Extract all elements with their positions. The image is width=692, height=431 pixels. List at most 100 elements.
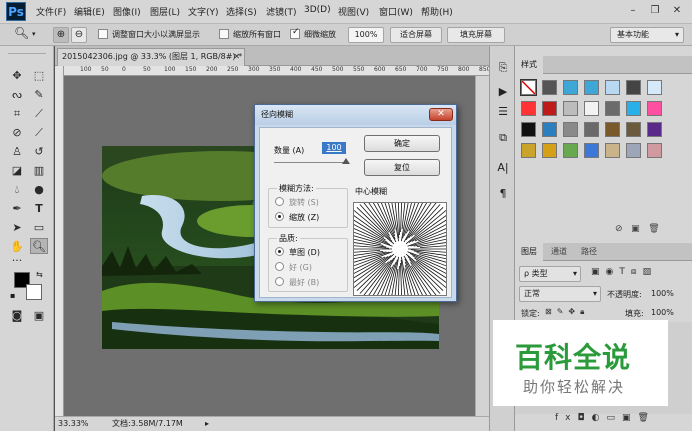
style-swatch[interactable] — [647, 143, 662, 158]
lasso-tool-icon[interactable]: ᔓ — [8, 87, 26, 103]
style-swatch[interactable] — [563, 143, 578, 158]
status-menu-icon[interactable]: ▸ — [205, 417, 209, 430]
healing-brush-tool-icon[interactable]: ⊘ — [8, 125, 26, 141]
quality-best-radio[interactable] — [275, 277, 284, 286]
layer-filter-icons[interactable]: ▣◉T⧈▨ — [591, 267, 657, 277]
style-swatch[interactable] — [647, 101, 662, 116]
blend-mode-select[interactable]: 正常 ▾ — [519, 286, 601, 302]
blur-tool-icon[interactable]: 💧︎ — [8, 182, 26, 198]
quality-good-radio[interactable] — [275, 262, 284, 271]
menu-help[interactable]: 帮助(H) — [421, 5, 453, 18]
ok-button[interactable]: 确定 — [364, 135, 440, 152]
style-swatch[interactable] — [626, 122, 641, 137]
style-swatch[interactable] — [626, 101, 641, 116]
resize-windows-checkbox[interactable] — [98, 29, 108, 39]
blur-center-preview[interactable] — [340, 189, 460, 309]
amount-input[interactable]: 100 — [322, 142, 346, 154]
style-swatch[interactable] — [584, 80, 599, 95]
paragraph-panel-icon[interactable]: ¶ — [495, 186, 511, 202]
style-swatch[interactable] — [584, 122, 599, 137]
style-swatch[interactable] — [542, 143, 557, 158]
actions-panel-icon[interactable]: ▶ — [495, 84, 511, 100]
style-swatch-none[interactable] — [520, 79, 537, 96]
toolbar-grip[interactable] — [8, 48, 46, 54]
menu-select[interactable]: 选择(S) — [226, 5, 257, 18]
menu-3d[interactable]: 3D(D) — [304, 5, 331, 15]
zoom-in-button[interactable]: ⊕ — [53, 27, 69, 43]
style-swatch[interactable] — [647, 80, 662, 95]
pen-tool-icon[interactable]: ✒ — [8, 201, 26, 217]
tab-channels[interactable]: 通道 — [545, 243, 573, 261]
style-swatch[interactable] — [521, 101, 536, 116]
rectangle-tool-icon[interactable]: ▭ — [30, 220, 48, 236]
style-swatch[interactable] — [605, 122, 620, 137]
type-tool-icon[interactable]: T — [30, 201, 48, 217]
dialog-title[interactable]: 径向模糊 — [255, 105, 456, 125]
scrubby-zoom-checkbox[interactable] — [290, 27, 300, 39]
vertical-scrollbar[interactable] — [475, 76, 489, 416]
clone-stamp-tool-icon[interactable]: ♙ — [8, 144, 26, 160]
menu-window[interactable]: 窗口(W) — [379, 5, 413, 18]
tab-styles[interactable]: 样式 — [515, 56, 543, 74]
style-swatch[interactable] — [626, 80, 641, 95]
quick-mask-icon[interactable]: ◙ — [8, 308, 26, 324]
brush-tool-icon[interactable]: ⟋ — [30, 125, 48, 141]
menu-image[interactable]: 图像(I) — [113, 5, 141, 18]
workspace-select[interactable]: 基本功能 ▾ — [610, 27, 684, 43]
eraser-tool-icon[interactable]: ◪ — [8, 163, 26, 179]
menu-filter[interactable]: 滤镜(T) — [266, 5, 297, 18]
clone-source-panel-icon[interactable]: ⧉ — [495, 130, 511, 146]
quality-draft-radio[interactable] — [275, 247, 284, 256]
menu-layer[interactable]: 图层(L) — [150, 5, 180, 18]
tab-layers[interactable]: 图层 — [515, 243, 543, 261]
style-swatch[interactable] — [647, 122, 662, 137]
more-tools-icon[interactable]: ··· — [8, 253, 26, 269]
gradient-tool-icon[interactable]: ▥ — [30, 163, 48, 179]
style-swatch[interactable] — [584, 101, 599, 116]
lock-icons[interactable]: ⊠✎✥🔒︎ — [545, 307, 589, 317]
style-swatch[interactable] — [521, 122, 536, 137]
marquee-tool-icon[interactable]: ⬚ — [30, 68, 48, 84]
style-swatch[interactable] — [563, 80, 578, 95]
menu-file[interactable]: 文件(F) — [36, 5, 66, 18]
reset-button[interactable]: 复位 — [364, 159, 440, 176]
character-panel-icon[interactable]: A| — [495, 160, 511, 176]
default-colors-icon[interactable]: ▪ — [10, 291, 15, 300]
magic-wand-tool-icon[interactable]: ✎ — [30, 87, 48, 103]
fit-screen-button[interactable]: 适合屏幕 — [390, 27, 442, 43]
style-swatch[interactable] — [605, 101, 620, 116]
fill-value[interactable]: 100% — [651, 308, 674, 317]
zoom-level-text[interactable]: 33.33% — [58, 417, 89, 430]
style-swatch[interactable] — [563, 122, 578, 137]
style-swatch[interactable] — [605, 80, 620, 95]
amount-slider-handle[interactable] — [342, 158, 350, 164]
zoom-tool-icon[interactable]: 🔍︎ — [14, 26, 29, 40]
style-swatch[interactable] — [605, 143, 620, 158]
style-swatch[interactable] — [542, 80, 557, 95]
opacity-value[interactable]: 100% — [651, 289, 674, 298]
method-zoom-radio[interactable] — [275, 212, 284, 221]
method-spin-radio[interactable] — [275, 197, 284, 206]
swap-colors-icon[interactable]: ⇆ — [36, 270, 43, 279]
menu-type[interactable]: 文字(Y) — [188, 5, 219, 18]
screen-mode-icon[interactable]: ▣ — [30, 308, 48, 324]
zoom-all-checkbox[interactable] — [219, 29, 229, 39]
layer-kind-filter[interactable]: ρ 类型 ▾ — [519, 266, 581, 282]
zoom-tool-icon[interactable]: 🔍︎ — [30, 238, 48, 254]
move-tool-icon[interactable]: ✥ — [8, 68, 26, 84]
eyedropper-tool-icon[interactable]: ⟋ — [30, 106, 48, 122]
tab-paths[interactable]: 路径 — [575, 243, 603, 261]
restore-icon[interactable]: ❐ — [644, 3, 666, 19]
zoom-value-field[interactable]: 100% — [348, 27, 384, 43]
style-swatch[interactable] — [521, 143, 536, 158]
style-swatch[interactable] — [542, 101, 557, 116]
style-swatch[interactable] — [584, 143, 599, 158]
trash-icon[interactable]: 🗑︎ — [648, 224, 659, 234]
menu-edit[interactable]: 编辑(E) — [74, 5, 105, 18]
history-panel-icon[interactable]: ⎘ — [495, 60, 511, 76]
background-color-swatch[interactable] — [26, 284, 42, 300]
path-selection-tool-icon[interactable]: ➤ — [8, 220, 26, 236]
tab-close-icon[interactable]: ✕ — [233, 49, 240, 65]
style-swatch[interactable] — [542, 122, 557, 137]
fill-screen-button[interactable]: 填充屏幕 — [447, 27, 505, 43]
